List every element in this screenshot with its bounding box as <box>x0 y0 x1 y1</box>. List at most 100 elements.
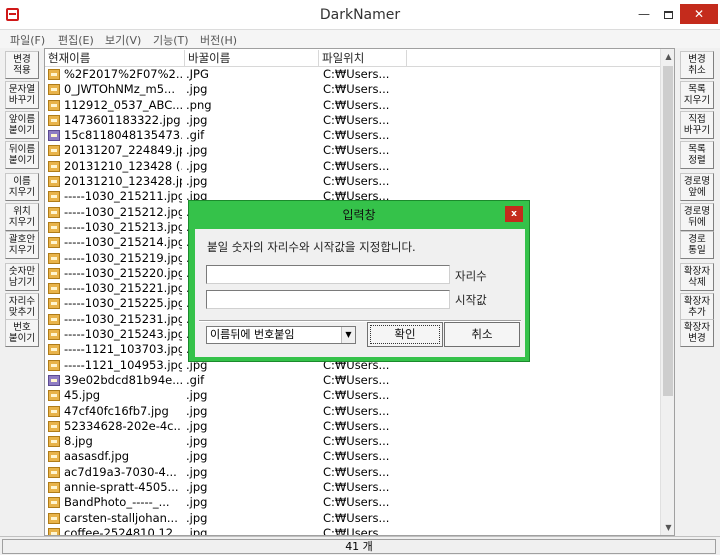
file-current-name: 52334628-202e-4c... <box>64 418 182 433</box>
start-value-label: 시작값 <box>455 293 487 307</box>
file-path: C:₩Users... <box>323 464 390 479</box>
left-tool-button-5[interactable]: 위치 지우기 <box>5 203 39 231</box>
right-tool-button-5[interactable]: 경로명 뒤에 <box>680 203 714 231</box>
table-row[interactable]: 20131210_123428 (... .jpg C:₩Users... <box>45 159 661 174</box>
table-row[interactable]: carsten-stalljohan... .jpg C:₩Users... <box>45 511 661 526</box>
image-file-icon <box>48 206 60 218</box>
file-current-name: -----1121_103703.jpg <box>64 342 182 357</box>
file-new-name: .jpg <box>186 403 208 418</box>
file-path: C:₩Users... <box>323 372 390 387</box>
table-row[interactable]: ac7d19a3-7030-4... .jpg C:₩Users... <box>45 465 661 480</box>
file-new-name: .jpg <box>186 158 208 173</box>
table-row[interactable]: BandPhoto_-----_... .jpg C:₩Users... <box>45 495 661 510</box>
dialog-close-button[interactable]: x <box>505 206 523 222</box>
start-value-input[interactable] <box>206 290 450 309</box>
file-current-name: 8.jpg <box>64 434 93 449</box>
right-tool-button-8[interactable]: 확장자 추가 <box>680 293 714 321</box>
left-tool-button-4[interactable]: 이름 지우기 <box>5 173 39 201</box>
menu-item[interactable]: 파일(F) <box>10 32 45 48</box>
menu-item[interactable]: 기능(T) <box>153 32 189 48</box>
right-tool-panel: 변경 취소 목록 지우기 직접 바꾸기 목록 정렬경로명 앞에 경로명 뒤에 경로 통일확… <box>675 48 720 536</box>
column-file-path[interactable]: 파일위치 <box>319 50 407 66</box>
minimize-button[interactable]: — <box>632 4 656 24</box>
left-tool-button-9[interactable]: 번호 붙이기 <box>5 319 39 347</box>
file-path: C:₩Users... <box>323 82 390 97</box>
menu-item[interactable]: 편집(E) <box>58 32 94 48</box>
file-path: C:₩Users... <box>323 112 390 127</box>
table-row[interactable]: 20131207_224849.jpg .jpg C:₩Users... <box>45 143 661 158</box>
image-file-icon <box>48 359 60 371</box>
close-button[interactable]: ✕ <box>680 4 718 24</box>
table-row[interactable]: coffee-2524810 12... .jpg C:₩Users... <box>45 526 661 535</box>
left-tool-button-6[interactable]: 괄호안 지우기 <box>5 231 39 259</box>
image-file-icon <box>48 176 60 188</box>
table-row[interactable]: %2F2017%2F07%2... .JPG C:₩Users... <box>45 67 661 82</box>
table-row[interactable]: 39e02bdcd81b94e... .gif C:₩Users... <box>45 373 661 388</box>
table-row[interactable]: 112912_0537_ABC... .png C:₩Users... <box>45 98 661 113</box>
column-current-name[interactable]: 현재이름 <box>45 50 185 66</box>
image-file-icon <box>48 237 60 249</box>
table-row[interactable]: annie-spratt-4505... .jpg C:₩Users... <box>45 480 661 495</box>
file-current-name: 39e02bdcd81b94e... <box>64 372 182 387</box>
left-tool-button-0[interactable]: 변경 적용 <box>5 51 39 79</box>
file-path: C:₩Users... <box>323 510 390 525</box>
list-header: 현재이름 바꿀이름 파일위치 <box>45 49 661 67</box>
table-row[interactable]: 15c8118048135473... .gif C:₩Users... <box>45 128 661 143</box>
right-tool-button-3[interactable]: 목록 정렬 <box>680 141 714 169</box>
file-path: C:₩Users... <box>323 143 390 158</box>
file-path: C:₩Users... <box>323 434 390 449</box>
cancel-button[interactable]: 취소 <box>444 322 520 347</box>
vertical-scrollbar[interactable]: ▲ ▼ <box>660 49 674 535</box>
file-new-name: .jpg <box>186 82 208 97</box>
image-file-icon <box>48 283 60 295</box>
numbering-mode-value: 이름뒤에 번호붙임 <box>210 328 295 341</box>
right-tool-button-7[interactable]: 확장자 삭제 <box>680 263 714 291</box>
right-tool-button-9[interactable]: 확장자 변경 <box>680 319 714 347</box>
table-row[interactable]: aasasdf.jpg .jpg C:₩Users... <box>45 449 661 464</box>
digits-input[interactable] <box>206 265 450 284</box>
right-tool-button-6[interactable]: 경로 통일 <box>680 231 714 259</box>
left-tool-button-7[interactable]: 숫자만 남기기 <box>5 263 39 291</box>
right-tool-button-0[interactable]: 변경 취소 <box>680 51 714 79</box>
table-row[interactable]: 1473601183322.jpg .jpg C:₩Users... <box>45 113 661 128</box>
file-current-name: BandPhoto_-----_... <box>64 495 170 510</box>
right-tool-button-4[interactable]: 경로명 앞에 <box>680 173 714 201</box>
scroll-down-icon[interactable]: ▼ <box>661 520 674 535</box>
table-row[interactable]: 47cf40fc16fb7.jpg .jpg C:₩Users... <box>45 404 661 419</box>
table-row[interactable]: 8.jpg .jpg C:₩Users... <box>45 434 661 449</box>
table-row[interactable]: 45.jpg .jpg C:₩Users... <box>45 388 661 403</box>
right-tool-button-2[interactable]: 직접 바꾸기 <box>680 111 714 139</box>
left-tool-button-8[interactable]: 자리수 맞추기 <box>5 293 39 321</box>
menu-item[interactable]: 버전(H) <box>200 32 237 48</box>
left-tool-button-3[interactable]: 뒤이름 붙이기 <box>5 141 39 169</box>
left-tool-button-1[interactable]: 문자열 바꾸기 <box>5 81 39 109</box>
file-current-name: -----1030_215220.jpg <box>64 265 182 280</box>
file-current-name: %2F2017%2F07%2... <box>64 67 182 81</box>
maximize-button[interactable] <box>656 4 680 24</box>
file-new-name: .jpg <box>186 495 208 510</box>
table-row[interactable]: 52334628-202e-4c... .jpg C:₩Users... <box>45 419 661 434</box>
file-path: C:₩Users... <box>323 67 390 81</box>
file-current-name: annie-spratt-4505... <box>64 480 179 495</box>
file-current-name: -----1030_215214.jpg <box>64 235 182 250</box>
file-path: C:₩Users... <box>323 449 390 464</box>
image-file-icon <box>48 390 60 402</box>
image-file-icon <box>48 497 60 509</box>
file-current-name: 20131210_123428 (... <box>64 158 182 173</box>
chevron-down-icon[interactable]: ▼ <box>341 327 355 343</box>
column-new-name[interactable]: 바꿀이름 <box>185 50 319 66</box>
left-tool-button-2[interactable]: 앞이름 붙이기 <box>5 111 39 139</box>
scroll-thumb[interactable] <box>663 66 673 396</box>
image-file-icon <box>48 466 60 478</box>
image-file-icon <box>48 344 60 356</box>
gif-file-icon <box>48 130 60 142</box>
file-current-name: 20131207_224849.jpg <box>64 143 182 158</box>
table-row[interactable]: 20131210_123428.jpg .jpg C:₩Users... <box>45 174 661 189</box>
menu-item[interactable]: 보기(V) <box>105 32 141 48</box>
scroll-up-icon[interactable]: ▲ <box>661 49 674 64</box>
image-file-icon <box>48 114 60 126</box>
right-tool-button-1[interactable]: 목록 지우기 <box>680 81 714 109</box>
ok-button[interactable]: 확인 <box>367 322 443 347</box>
table-row[interactable]: 0_JWTOhNMz_m5... .jpg C:₩Users... <box>45 82 661 97</box>
numbering-mode-select[interactable]: 이름뒤에 번호붙임 ▼ <box>206 326 356 344</box>
